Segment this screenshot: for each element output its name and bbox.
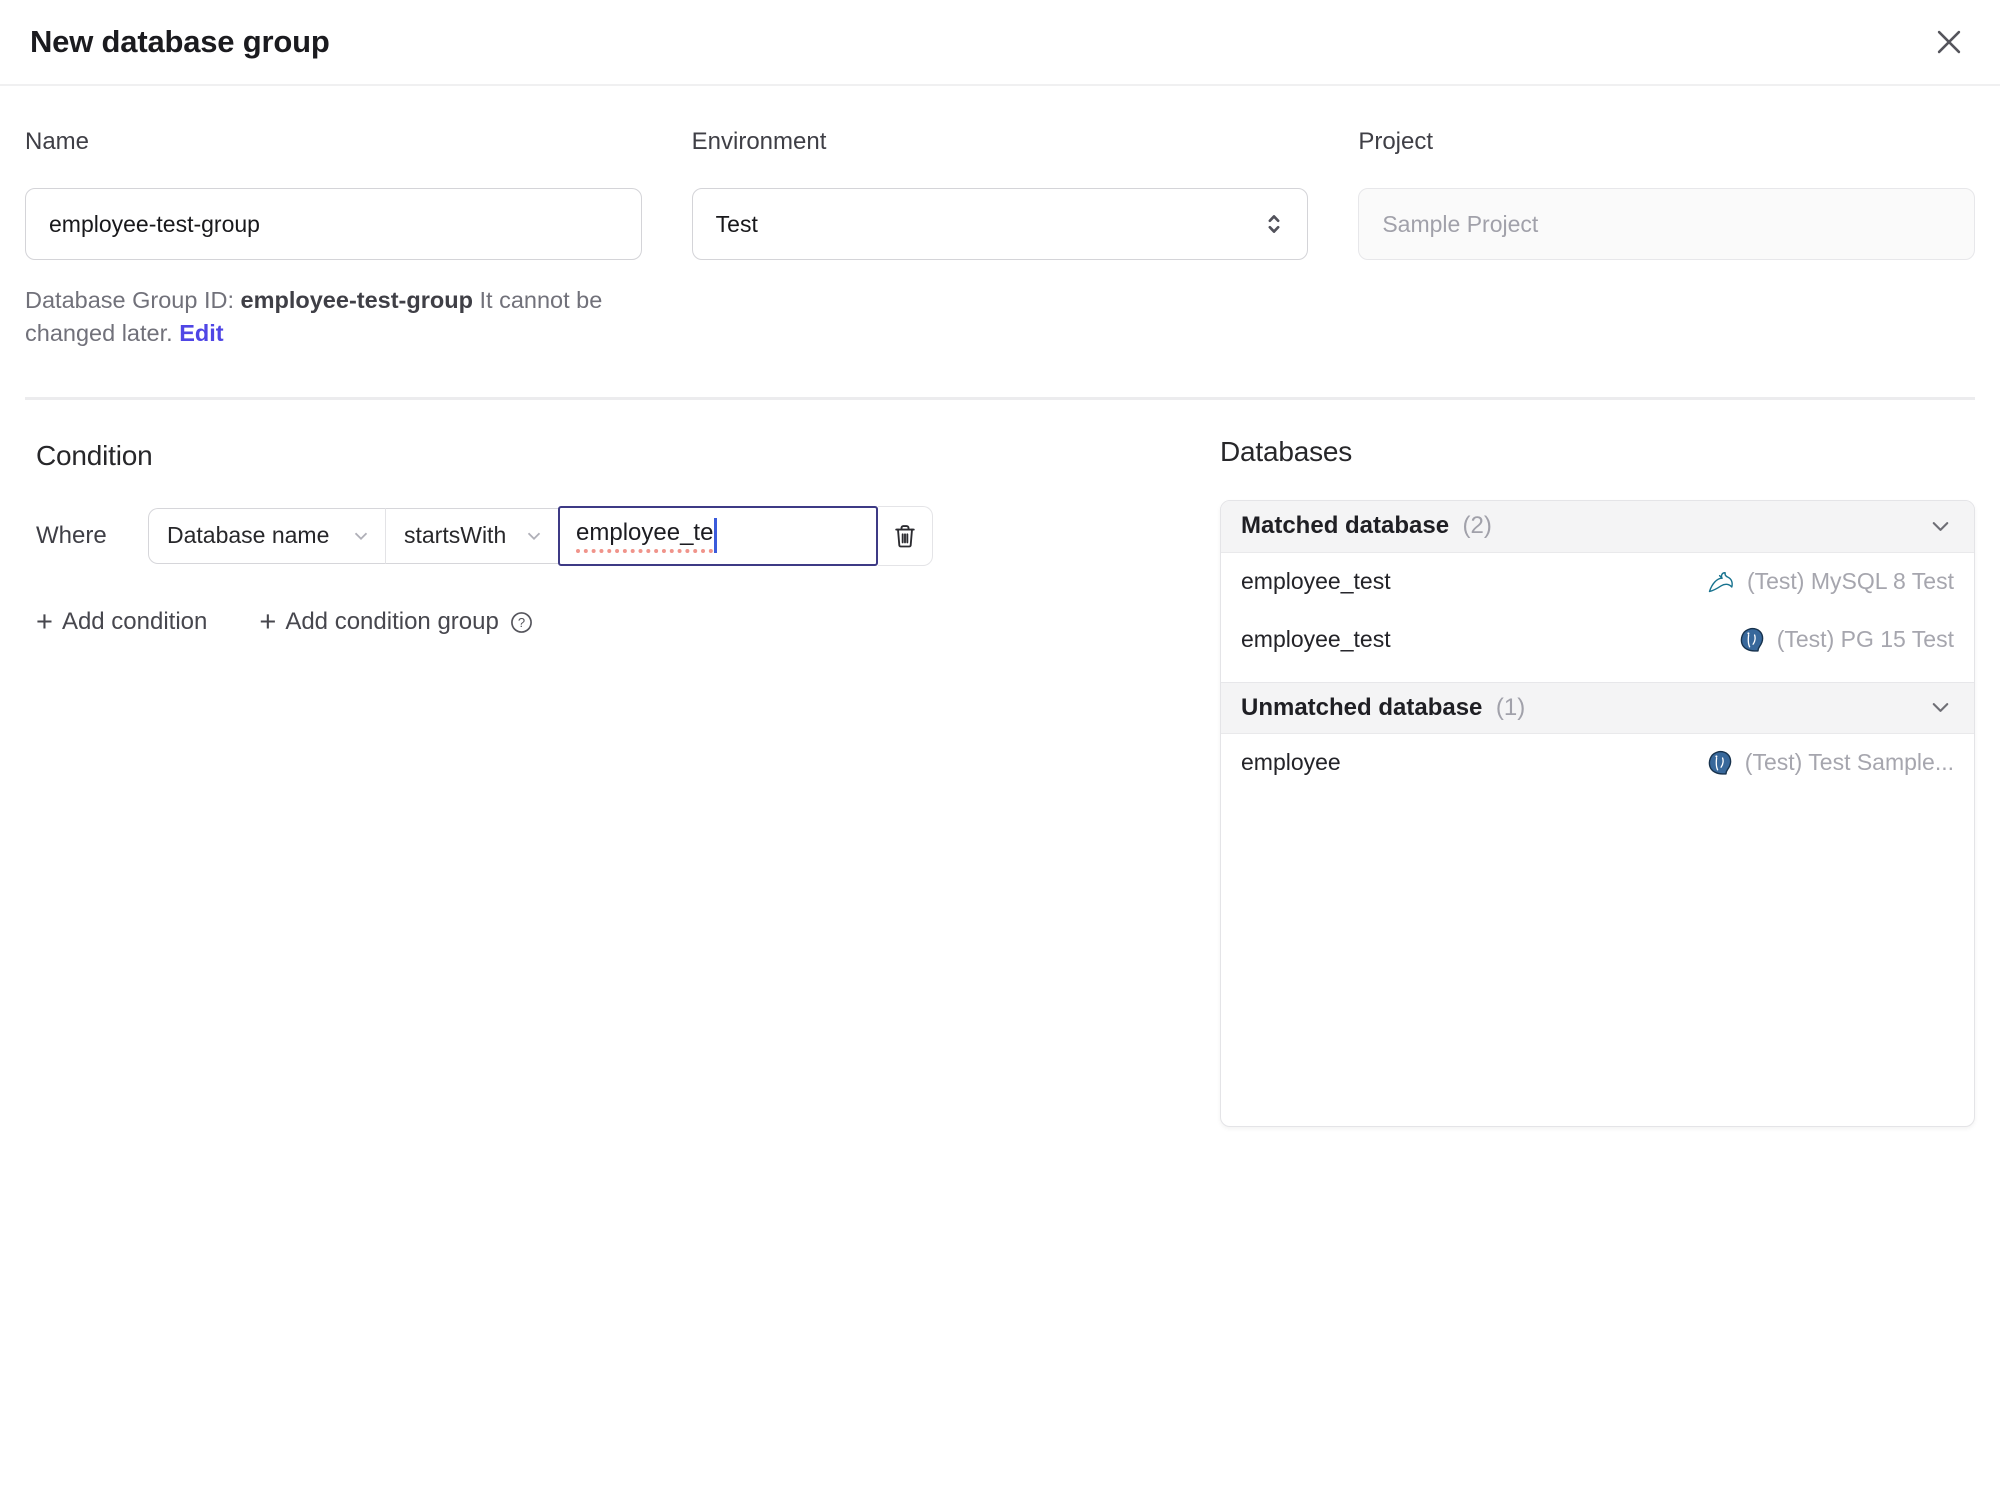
environment-select[interactable]: Test <box>691 188 1309 260</box>
dialog-header: New database group <box>0 0 2000 86</box>
chevron-down-icon <box>354 532 368 540</box>
svg-text:?: ? <box>518 615 525 630</box>
database-instance: (Test) PG 15 Test <box>1738 626 1954 654</box>
databases-section: Databases Matched database (2) employee_… <box>1220 400 1975 1127</box>
chevron-down-icon <box>1932 521 1949 531</box>
databases-panel: Matched database (2) employee_test (Test… <box>1220 499 1975 1127</box>
close-icon <box>1937 30 1961 54</box>
environment-label: Environment <box>691 128 827 155</box>
database-instance-label: (Test) MySQL 8 Test <box>1746 568 1954 595</box>
condition-heading: Condition <box>36 439 153 471</box>
add-condition-label: Add condition <box>61 608 208 636</box>
databases-heading: Databases <box>1220 435 1353 467</box>
database-name: employee_test <box>1241 626 1391 653</box>
database-instance-label: (Test) PG 15 Test <box>1776 626 1954 653</box>
close-button[interactable] <box>1930 23 1968 61</box>
database-row[interactable]: employee_test (Test) MySQL 8 Test <box>1221 553 1974 611</box>
environment-selected-value: Test <box>715 210 758 237</box>
database-name: employee_test <box>1241 568 1391 595</box>
project-field-group: Project <box>1358 128 1975 351</box>
plus-icon: + <box>259 605 277 638</box>
dialog-body: Name Database Group ID: employee-test-gr… <box>0 86 2000 1127</box>
database-name: employee <box>1241 749 1341 776</box>
project-input <box>1358 188 1975 260</box>
unmatched-database-count: (1) <box>1495 693 1526 721</box>
condition-operator-select[interactable]: startsWith <box>386 507 558 564</box>
unmatched-database-section-header[interactable]: Unmatched database (1) <box>1221 681 1974 734</box>
help-button[interactable]: ? <box>509 610 534 635</box>
chevron-up-down-icon <box>1268 215 1280 233</box>
add-condition-button[interactable]: + Add condition <box>36 605 208 638</box>
matched-database-title: Matched database <box>1241 512 1450 540</box>
name-label: Name <box>25 128 90 155</box>
page-title: New database group <box>30 24 330 59</box>
database-instance-label: (Test) Test Sample... <box>1744 749 1954 776</box>
environment-field-group: Environment Test <box>691 128 1309 351</box>
chevron-down-icon <box>1932 703 1949 713</box>
condition-field-value: Database name <box>167 522 330 549</box>
postgresql-icon <box>1706 749 1734 777</box>
project-label: Project <box>1358 128 1434 155</box>
plus-icon: + <box>36 605 53 638</box>
name-field-group: Name Database Group ID: employee-test-gr… <box>25 128 642 351</box>
condition-field-select[interactable]: Database name <box>148 507 386 564</box>
form-grid: Name Database Group ID: employee-test-gr… <box>25 128 1975 351</box>
matched-database-section-header[interactable]: Matched database (2) <box>1221 500 1974 553</box>
condition-operator-value: startsWith <box>404 522 507 549</box>
matched-database-count: (2) <box>1462 512 1492 540</box>
delete-condition-button[interactable] <box>878 505 933 566</box>
where-label: Where <box>36 521 107 549</box>
database-instance: (Test) Test Sample... <box>1706 749 1954 777</box>
condition-value-text: employee_te <box>576 519 714 553</box>
add-condition-group-label: Add condition group <box>285 608 499 636</box>
unmatched-database-title: Unmatched database <box>1241 693 1483 721</box>
chevron-down-icon <box>527 532 541 540</box>
condition-actions: + Add condition + Add condition group ? <box>36 605 1180 638</box>
name-input[interactable] <box>25 188 642 260</box>
database-instance: (Test) MySQL 8 Test <box>1706 568 1954 596</box>
condition-value-input[interactable]: employee_te <box>558 505 878 566</box>
database-row[interactable]: employee_test (Test) PG 15 Test <box>1221 611 1974 669</box>
add-condition-group-button[interactable]: + Add condition group ? <box>259 605 534 638</box>
condition-section: Condition Where Database name startsWith… <box>25 400 1220 637</box>
help-circle-icon: ? <box>510 611 532 633</box>
helper-prefix: Database Group ID: <box>25 287 234 313</box>
trash-icon <box>895 524 915 548</box>
mysql-icon <box>1706 568 1736 596</box>
postgresql-icon <box>1738 626 1766 654</box>
database-row[interactable]: employee (Test) Test Sample... <box>1221 734 1974 792</box>
database-group-id-helper: Database Group ID: employee-test-group I… <box>25 284 642 351</box>
edit-id-link[interactable]: Edit <box>179 320 223 346</box>
text-cursor <box>714 518 718 554</box>
condition-row: Where Database name startsWith employee_… <box>36 505 1180 566</box>
helper-group-id: employee-test-group <box>240 287 473 313</box>
